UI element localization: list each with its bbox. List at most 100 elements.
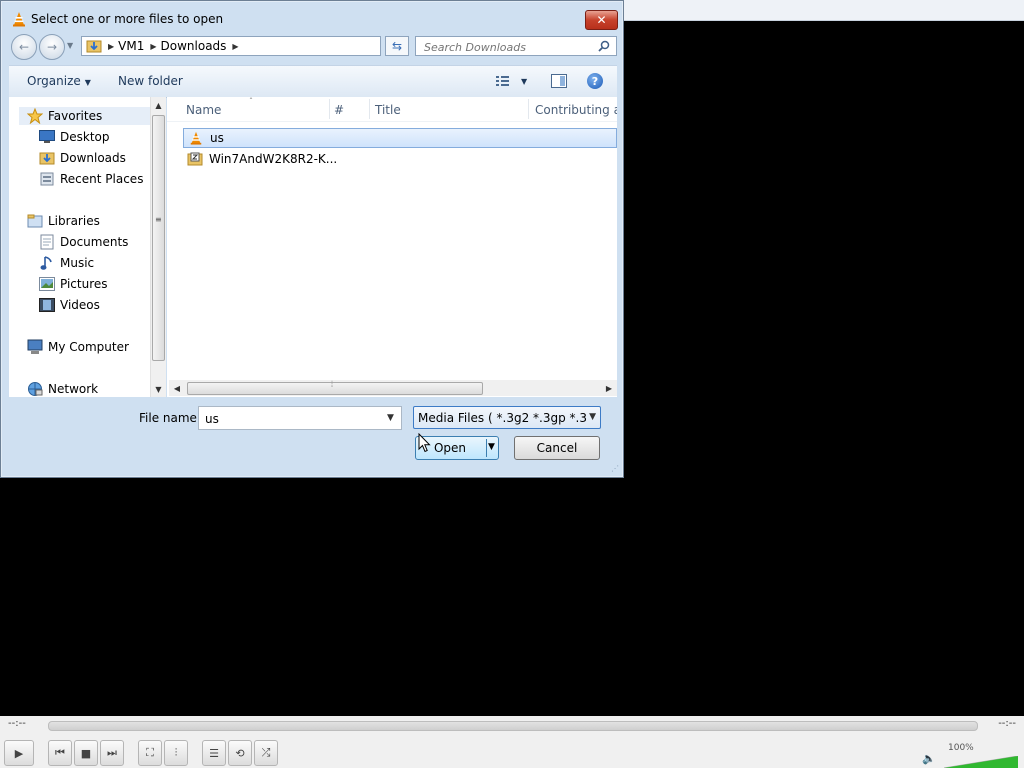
nav-desktop[interactable]: Desktop bbox=[39, 128, 110, 146]
nav-label: Favorites bbox=[48, 109, 103, 123]
open-label: Open bbox=[433, 441, 467, 455]
breadcrumb-vm1[interactable]: VM1 bbox=[118, 39, 144, 53]
pictures-icon bbox=[39, 276, 55, 292]
open-file-dialog: Select one or more files to open ✕ ← → ▼… bbox=[0, 0, 624, 478]
scroll-down-icon[interactable]: ▼ bbox=[151, 381, 166, 397]
help-button[interactable]: ? bbox=[587, 73, 603, 89]
libraries-icon bbox=[27, 213, 43, 229]
file-list-hscrollbar[interactable]: ◀ ⦙ ▶ bbox=[169, 380, 617, 396]
loop-button[interactable]: ⟲ bbox=[228, 740, 252, 766]
stop-button[interactable]: ■ bbox=[74, 740, 98, 766]
play-icon: ▶ bbox=[14, 746, 24, 760]
playlist-icon: ☰ bbox=[209, 746, 219, 760]
next-button[interactable]: ⏭ bbox=[100, 740, 124, 766]
remaining-time: --:-- bbox=[998, 718, 1016, 729]
playback-controls: ▶ ⏮ ■ ⏭ ⛶ ⫶ ☰ ⟲ ⤮ 🔈 100% bbox=[0, 736, 1024, 768]
nav-my-computer[interactable]: My Computer bbox=[27, 338, 129, 356]
column-contributing-artists[interactable]: Contributing ar bbox=[535, 103, 617, 117]
nav-network[interactable]: Network bbox=[27, 380, 98, 397]
file-row-win7[interactable]: Win7AndW2K8R2-K... bbox=[183, 149, 617, 169]
scroll-up-icon[interactable]: ▲ bbox=[151, 97, 166, 113]
network-icon bbox=[27, 381, 43, 397]
forward-arrow-icon: → bbox=[46, 40, 58, 54]
address-bar[interactable]: ▶ VM1 ▶ Downloads ▶ ▼ bbox=[81, 36, 453, 56]
play-button[interactable]: ▶ bbox=[4, 740, 34, 766]
vlc-icon bbox=[188, 130, 204, 146]
refresh-button[interactable]: ⇆ bbox=[385, 36, 409, 56]
cancel-button[interactable]: Cancel bbox=[514, 436, 600, 460]
nav-videos[interactable]: Videos bbox=[39, 296, 100, 314]
recent-pages-chevron-icon[interactable]: ▼ bbox=[67, 41, 73, 50]
column-title[interactable]: Title bbox=[375, 103, 401, 117]
file-name-field[interactable]: ▼ bbox=[198, 406, 402, 430]
volume-slider[interactable] bbox=[944, 756, 1018, 768]
organize-button[interactable]: Organize ▼ bbox=[27, 74, 91, 88]
vlc-icon bbox=[13, 12, 25, 27]
previous-button[interactable]: ⏮ bbox=[48, 740, 72, 766]
resize-grip-icon[interactable]: ⋰ bbox=[611, 464, 619, 473]
seek-slider[interactable] bbox=[48, 721, 978, 731]
file-type-select[interactable]: Media Files ( *.3g2 *.3gp *.3gp2 ▼ bbox=[413, 406, 601, 429]
new-folder-button[interactable]: New folder bbox=[118, 74, 183, 88]
extended-settings-button[interactable]: ⫶ bbox=[164, 740, 188, 766]
nav-pictures[interactable]: Pictures bbox=[39, 275, 108, 293]
fullscreen-button[interactable]: ⛶ bbox=[138, 740, 162, 766]
help-icon: ? bbox=[587, 73, 603, 89]
column-number[interactable]: # bbox=[334, 103, 344, 117]
nav-label: Libraries bbox=[48, 214, 100, 228]
scroll-thumb[interactable] bbox=[187, 382, 483, 395]
file-row-us[interactable]: us bbox=[183, 128, 617, 148]
nav-scrollbar[interactable]: ▲ ≡ ▼ bbox=[150, 97, 166, 397]
loop-icon: ⟲ bbox=[235, 746, 245, 760]
nav-libraries[interactable]: Libraries bbox=[27, 212, 100, 230]
breadcrumb-downloads[interactable]: Downloads bbox=[161, 39, 227, 53]
refresh-icon: ⇆ bbox=[391, 39, 403, 53]
column-headers: ˆ Name # Title Contributing ar bbox=[167, 97, 617, 122]
search-input[interactable] bbox=[422, 39, 596, 55]
views-dropdown-icon[interactable]: ▼ bbox=[521, 77, 527, 86]
forward-button[interactable]: → bbox=[39, 34, 65, 60]
nav-label: Downloads bbox=[60, 151, 126, 165]
nav-favorites[interactable]: Favorites bbox=[19, 107, 157, 125]
column-divider[interactable] bbox=[528, 99, 529, 119]
preview-pane-icon[interactable] bbox=[551, 73, 567, 89]
nav-label: Documents bbox=[60, 235, 129, 249]
nav-downloads[interactable]: Downloads bbox=[39, 149, 126, 167]
elapsed-time: --:-- bbox=[8, 718, 26, 729]
back-button[interactable]: ← bbox=[11, 34, 37, 60]
nav-label: My Computer bbox=[48, 340, 129, 354]
open-options-chevron-icon[interactable]: ▼ bbox=[488, 442, 495, 452]
breadcrumb-separator-icon[interactable]: ▶ bbox=[150, 42, 156, 51]
column-name[interactable]: Name bbox=[186, 103, 221, 117]
close-icon: ✕ bbox=[596, 13, 607, 27]
search-box[interactable] bbox=[415, 36, 617, 56]
recent-places-icon bbox=[39, 171, 55, 187]
grip-icon: ≡ bbox=[155, 215, 162, 224]
next-icon: ⏭ bbox=[107, 746, 117, 759]
close-button[interactable]: ✕ bbox=[585, 10, 618, 30]
nav-recent-places[interactable]: Recent Places bbox=[39, 170, 143, 188]
shuffle-button[interactable]: ⤮ bbox=[254, 740, 278, 766]
view-options-icon[interactable] bbox=[495, 73, 511, 89]
breadcrumb-separator-icon[interactable]: ▶ bbox=[232, 42, 238, 51]
chevron-down-icon[interactable]: ▼ bbox=[387, 413, 394, 423]
archive-icon bbox=[187, 151, 203, 167]
file-name-input[interactable] bbox=[203, 411, 377, 427]
nav-music[interactable]: Music bbox=[39, 254, 94, 272]
playlist-button[interactable]: ☰ bbox=[202, 740, 226, 766]
column-divider[interactable] bbox=[369, 99, 370, 119]
search-icon[interactable] bbox=[598, 40, 610, 52]
nav-label: Videos bbox=[60, 298, 100, 312]
scroll-thumb[interactable] bbox=[152, 115, 165, 361]
star-icon bbox=[27, 108, 43, 124]
scroll-left-icon[interactable]: ◀ bbox=[169, 380, 185, 396]
speaker-icon[interactable]: 🔈 bbox=[922, 752, 936, 765]
column-divider[interactable] bbox=[329, 99, 330, 119]
volume-label: 100% bbox=[948, 743, 974, 753]
equalizer-icon: ⫶ bbox=[174, 746, 178, 759]
downloads-icon bbox=[39, 150, 55, 166]
scroll-right-icon[interactable]: ▶ bbox=[601, 380, 617, 396]
organize-label: Organize bbox=[27, 74, 81, 88]
nav-documents[interactable]: Documents bbox=[39, 233, 128, 251]
stop-icon: ■ bbox=[80, 746, 92, 760]
